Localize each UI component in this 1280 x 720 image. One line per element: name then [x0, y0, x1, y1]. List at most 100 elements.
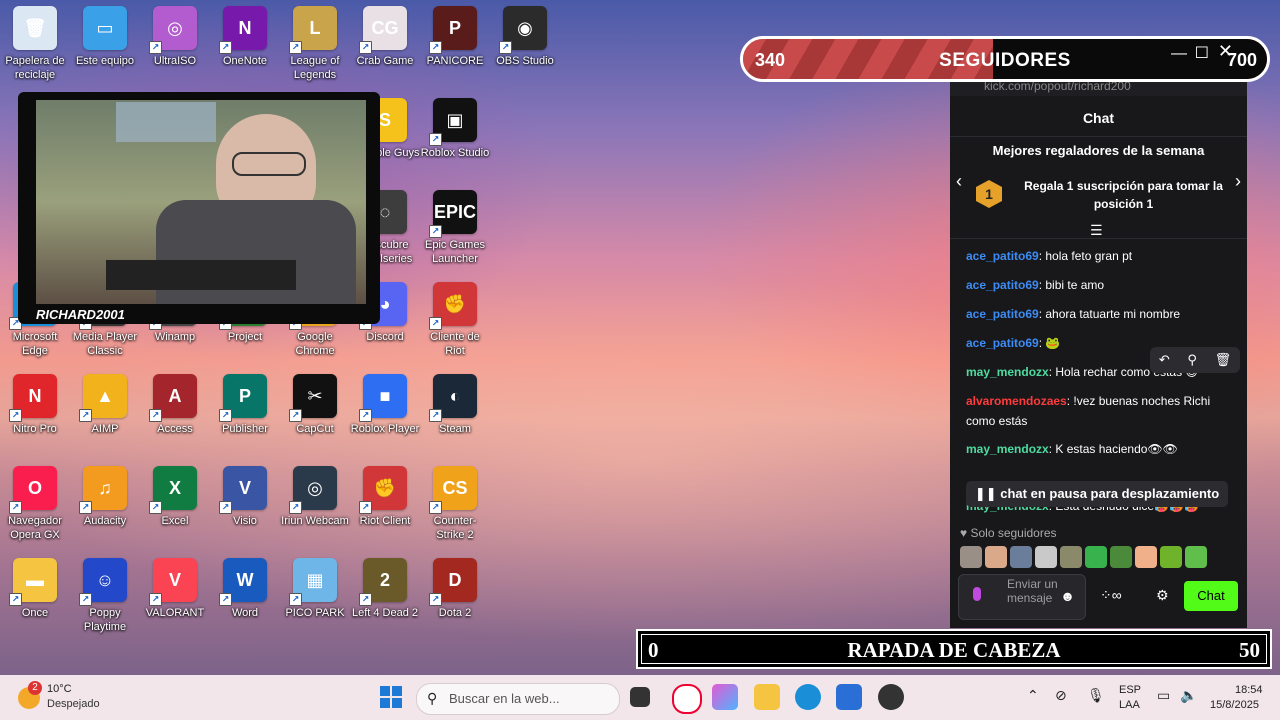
clock-date[interactable]: 15/8/2025 [1210, 699, 1259, 711]
chat-username[interactable]: ace_patito69 [966, 307, 1039, 321]
chat-username[interactable]: may_mendozx [966, 442, 1049, 456]
chat-paused-banner[interactable]: ❚❚ chat en pausa para desplazamiento [966, 481, 1228, 507]
emote[interactable] [1035, 546, 1057, 568]
shortcut-arrow-icon: ↗ [219, 409, 232, 422]
desktop-icon[interactable]: ◐ ↗ Steam [420, 374, 490, 436]
shortcut-arrow-icon: ↗ [359, 501, 372, 514]
edge-icon[interactable] [795, 684, 821, 710]
opera-gx-icon[interactable] [672, 684, 702, 714]
app-icon: V ↗ [149, 558, 197, 606]
desktop-icon[interactable]: ▬ ↗ Once [0, 558, 70, 620]
desktop-icon[interactable]: ◎ ↗ Iriun Webcam [280, 466, 350, 528]
desktop-icon[interactable]: D ↗ Dota 2 [420, 558, 490, 620]
collapse-icon[interactable]: ☰ [1090, 222, 1103, 239]
points-icon[interactable]: ⁘∞ [1100, 587, 1122, 604]
chat-username[interactable]: may_mendozx [966, 365, 1049, 379]
chevron-left-icon[interactable]: ‹ [956, 171, 962, 192]
desktop-icon[interactable]: ▦ ↗ PICO PARK [280, 558, 350, 620]
emote-row [960, 546, 1207, 568]
chat-input[interactable]: Enviar un mensaje ☻ [958, 574, 1086, 620]
desktop-icon[interactable]: V ↗ VALORANT [140, 558, 210, 620]
minimize-icon[interactable]: — [1171, 45, 1187, 63]
desktop-icon[interactable]: X ↗ Excel [140, 466, 210, 528]
shortcut-arrow-icon: ↗ [219, 41, 232, 54]
desktop-icon[interactable]: ✊ ↗ Cliente de Riot [420, 282, 490, 358]
desktop-icon[interactable]: ☺ ↗ Poppy Playtime [70, 558, 140, 634]
desktop-icon[interactable]: P ↗ PANICORE [420, 6, 490, 68]
pin-icon[interactable]: ⚲ [1187, 347, 1197, 373]
microphone-icon[interactable] [973, 587, 981, 601]
task-view-icon[interactable] [630, 687, 650, 707]
chat-message[interactable]: ace_patito69: ahora tatuarte mi nombre [966, 304, 1235, 324]
gear-icon[interactable]: ⚙ [1156, 587, 1169, 604]
chat-message[interactable]: ace_patito69: hola feto gran pt [966, 246, 1235, 266]
desktop-icon[interactable]: 2 ↗ Left 4 Dead 2 [350, 558, 420, 620]
emote[interactable] [1135, 546, 1157, 568]
chat-username[interactable]: alvaromendozaes [966, 394, 1067, 408]
clock-time[interactable]: 18:54 [1235, 684, 1263, 696]
divider [950, 136, 1247, 137]
desktop-icon[interactable]: N ↗ OneNote [210, 6, 280, 68]
chat-message[interactable]: may_mendozx: K estas haciendo👁👁 [966, 439, 1235, 459]
chat-username[interactable]: ace_patito69 [966, 336, 1039, 350]
desktop-icon[interactable]: 🗑 Papelera de reciclaje [0, 6, 70, 82]
desktop-icon[interactable]: ▭ Este equipo [70, 6, 140, 68]
microphone-icon[interactable]: 🎙 [1087, 687, 1105, 704]
reply-icon[interactable]: ↶ [1159, 347, 1170, 373]
desktop-icon[interactable]: ♫ ↗ Audacity [70, 466, 140, 528]
goal-end: 50 [1239, 638, 1260, 662]
desktop-icon[interactable]: ◉ ↗ OBS Studio [490, 6, 560, 68]
desktop-icon[interactable]: EPIC ↗ Epic Games Launcher [420, 190, 490, 266]
chat-username[interactable]: ace_patito69 [966, 278, 1039, 292]
emote[interactable] [1085, 546, 1107, 568]
send-chat-button[interactable]: Chat [1184, 581, 1238, 611]
desktop-icon[interactable]: V ↗ Visio [210, 466, 280, 528]
desktop-icon[interactable]: CS ↗ Counter-Strike 2 [420, 466, 490, 542]
desktop-icon[interactable]: N ↗ Nitro Pro [0, 374, 70, 436]
chevron-up-icon[interactable]: ⌃ [1027, 687, 1039, 704]
emote[interactable] [1060, 546, 1082, 568]
chat-message[interactable]: ace_patito69: bibi te amo [966, 275, 1235, 295]
chevron-right-icon[interactable]: › [1235, 171, 1241, 192]
network-icon[interactable]: ⊘ [1055, 687, 1067, 704]
emote[interactable] [985, 546, 1007, 568]
display-icon[interactable]: ▭ [1157, 687, 1170, 704]
desktop-icon[interactable]: ✊ ↗ Riot Client [350, 466, 420, 528]
windows-start-icon[interactable] [380, 686, 402, 708]
copilot-icon[interactable] [712, 684, 738, 710]
obs-icon[interactable] [878, 684, 904, 710]
desktop-icon[interactable]: CG ↗ Crab Game [350, 6, 420, 68]
desktop-icon[interactable]: ▣ ↗ Roblox Studio [420, 98, 490, 160]
emote[interactable] [1110, 546, 1132, 568]
desktop-icon[interactable]: ✂ ↗ CapCut [280, 374, 350, 436]
input-language[interactable]: ESP [1119, 684, 1141, 696]
volume-icon[interactable]: 🔈 [1180, 687, 1197, 704]
chat-username[interactable]: ace_patito69 [966, 249, 1039, 263]
desktop-icon[interactable]: ■ ↗ Roblox Player [350, 374, 420, 436]
maximize-icon[interactable]: ☐ [1195, 43, 1209, 63]
close-icon[interactable]: ✕ [1218, 41, 1233, 62]
desktop-icon[interactable]: W ↗ Word [210, 558, 280, 620]
emote[interactable] [1010, 546, 1032, 568]
desktop-icon[interactable]: P ↗ Publisher [210, 374, 280, 436]
desktop-icon[interactable]: O ↗ Navegador Opera GX [0, 466, 70, 542]
emote[interactable] [1185, 546, 1207, 568]
file-explorer-icon[interactable] [754, 684, 780, 710]
emoji-icon[interactable]: ☻ [1060, 588, 1075, 604]
emote[interactable] [1160, 546, 1182, 568]
desktop-icon[interactable]: ▲ ↗ AIMP [70, 374, 140, 436]
weather-condition[interactable]: Despejado [47, 698, 100, 710]
temperature[interactable]: 10°C [47, 683, 72, 695]
emote[interactable] [960, 546, 982, 568]
store-icon[interactable] [836, 684, 862, 710]
shortcut-arrow-icon: ↗ [359, 409, 372, 422]
chat-message[interactable]: alvaromendozaes: !vez buenas noches Rich… [966, 391, 1235, 431]
keyboard-layout[interactable]: LAA [1119, 699, 1140, 711]
shortcut-arrow-icon: ↗ [79, 501, 92, 514]
desktop-icon[interactable]: L ↗ League of Legends [280, 6, 350, 82]
desktop-icon[interactable]: ◎ ↗ UltraISO [140, 6, 210, 68]
delete-icon[interactable]: 🗑 [1215, 347, 1232, 373]
desktop-icon-label: Counter-Strike 2 [433, 515, 477, 541]
taskbar-search[interactable]: ⚲ Buscar en la web... [416, 683, 620, 715]
desktop-icon[interactable]: A ↗ Access [140, 374, 210, 436]
